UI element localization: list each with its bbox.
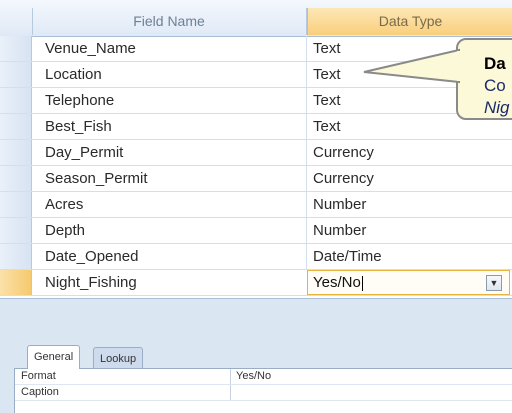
field-name-cell[interactable]: Best_Fish xyxy=(45,114,112,139)
row-selector[interactable] xyxy=(0,62,32,87)
table-row[interactable]: Telephone Text xyxy=(0,88,512,114)
table-row[interactable]: Day_Permit Currency xyxy=(0,140,512,166)
column-divider xyxy=(306,244,307,269)
field-name-cell[interactable]: Venue_Name xyxy=(45,36,136,61)
data-type-cell[interactable]: Currency xyxy=(313,140,374,165)
data-type-cell[interactable]: Text xyxy=(313,62,341,87)
column-divider xyxy=(306,166,307,191)
tab-general[interactable]: General xyxy=(27,345,81,369)
callout-pointer xyxy=(363,48,461,84)
field-name-cell[interactable]: Night_Fishing xyxy=(45,270,137,295)
column-divider xyxy=(306,114,307,139)
row-selector[interactable] xyxy=(0,166,32,191)
field-name-cell[interactable]: Location xyxy=(45,62,102,87)
callout-line-2: Co xyxy=(484,76,506,95)
row-selector[interactable] xyxy=(0,218,32,243)
data-type-cell[interactable]: Text xyxy=(313,36,341,61)
data-type-cell[interactable]: Text xyxy=(313,114,341,139)
field-name-cell[interactable]: Telephone xyxy=(45,88,114,113)
field-name-cell[interactable]: Date_Opened xyxy=(45,244,138,269)
callout-line-3: Nig xyxy=(484,98,510,117)
row-selector[interactable] xyxy=(0,192,32,217)
row-selector[interactable] xyxy=(0,140,32,165)
data-type-column-header[interactable]: Data Type xyxy=(307,8,512,35)
row-selector[interactable] xyxy=(0,88,32,113)
property-row-caption[interactable]: Caption xyxy=(15,385,512,401)
tab-lookup[interactable]: Lookup xyxy=(93,347,144,368)
row-selector[interactable] xyxy=(0,114,32,139)
data-type-cell[interactable]: Text xyxy=(313,88,341,113)
callout-box: Da Co Nig xyxy=(363,38,512,120)
properties-sheet: Format Yes/No Caption xyxy=(14,368,512,413)
row-selector[interactable] xyxy=(0,244,32,269)
data-type-value: Yes/No xyxy=(313,274,361,291)
field-name-column-header[interactable]: Field Name xyxy=(32,8,307,35)
field-name-cell[interactable]: Acres xyxy=(45,192,83,217)
field-name-cell[interactable]: Day_Permit xyxy=(45,140,123,165)
row-selector[interactable] xyxy=(0,36,32,61)
text-cursor xyxy=(361,275,363,291)
data-type-cell[interactable]: Number xyxy=(313,218,366,243)
property-label: Caption xyxy=(21,386,59,398)
table-row[interactable]: Depth Number xyxy=(0,218,512,244)
property-value[interactable]: Yes/No xyxy=(236,370,271,382)
data-type-cell-editing[interactable]: Yes/No xyxy=(313,270,363,295)
column-divider xyxy=(306,140,307,165)
field-name-cell[interactable]: Season_Permit xyxy=(45,166,148,191)
table-row[interactable]: Acres Number xyxy=(0,192,512,218)
field-name-cell[interactable]: Depth xyxy=(45,218,85,243)
callout-line-1: Da xyxy=(484,54,506,73)
property-divider xyxy=(230,385,231,400)
table-row[interactable]: Date_Opened Date/Time xyxy=(0,244,512,270)
column-divider xyxy=(306,192,307,217)
data-type-cell[interactable]: Date/Time xyxy=(313,244,382,269)
dropdown-arrow-icon[interactable]: ▼ xyxy=(486,275,502,291)
property-divider xyxy=(230,369,231,384)
table-row-current[interactable]: Night_Fishing Yes/No ▼ xyxy=(0,270,512,296)
column-divider xyxy=(306,88,307,113)
row-selector-current[interactable] xyxy=(0,270,32,295)
field-design-grid: Field Name Data Type Venue_Name Text Loc… xyxy=(0,0,512,298)
table-row[interactable]: Best_Fish Text xyxy=(0,114,512,140)
table-row[interactable]: Season_Permit Currency xyxy=(0,166,512,192)
grid-header: Field Name Data Type xyxy=(0,0,512,37)
column-divider xyxy=(306,36,307,61)
data-type-cell[interactable]: Number xyxy=(313,192,366,217)
property-row-format[interactable]: Format Yes/No xyxy=(15,369,512,385)
header-selector-corner[interactable] xyxy=(0,8,33,35)
column-divider xyxy=(306,218,307,243)
property-label: Format xyxy=(21,370,56,382)
column-divider xyxy=(306,62,307,87)
data-type-cell[interactable]: Currency xyxy=(313,166,374,191)
